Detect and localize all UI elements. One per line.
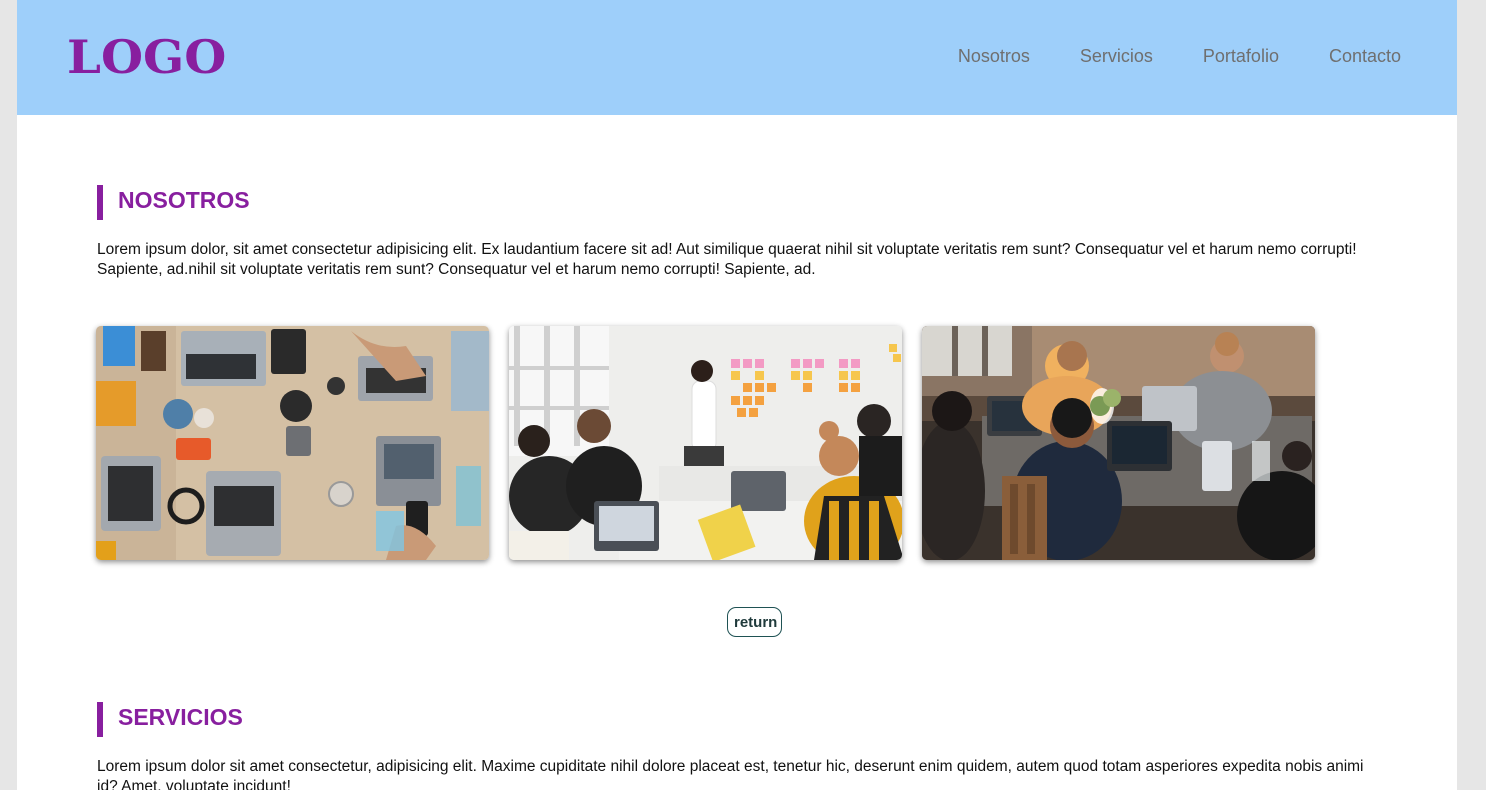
- photo-gallery: [96, 326, 1315, 560]
- site-header: LOGO Nosotros Servicios Portafolio Conta…: [17, 0, 1457, 115]
- page: LOGO Nosotros Servicios Portafolio Conta…: [17, 0, 1457, 790]
- nav-link-portafolio[interactable]: Portafolio: [1203, 44, 1279, 68]
- nav-link-nosotros[interactable]: Nosotros: [958, 44, 1030, 68]
- photo-team-cafe: [922, 326, 1315, 560]
- section-title-servicios: SERVICIOS: [97, 702, 243, 737]
- section-title-nosotros: NOSOTROS: [97, 185, 250, 220]
- section-text-nosotros: Lorem ipsum dolor, sit amet consectetur …: [97, 241, 1357, 278]
- section-text-servicios: Lorem ipsum dolor sit amet consectetur, …: [97, 758, 1364, 790]
- photo-meeting-sticky-notes: [509, 326, 902, 560]
- return-button[interactable]: return: [727, 607, 782, 637]
- nav-link-contacto[interactable]: Contacto: [1329, 44, 1401, 68]
- photo-desk-laptops: [96, 326, 489, 560]
- logo[interactable]: LOGO: [67, 30, 226, 84]
- nav-link-servicios[interactable]: Servicios: [1080, 44, 1153, 68]
- main-nav: Nosotros Servicios Portafolio Contacto: [958, 44, 1401, 68]
